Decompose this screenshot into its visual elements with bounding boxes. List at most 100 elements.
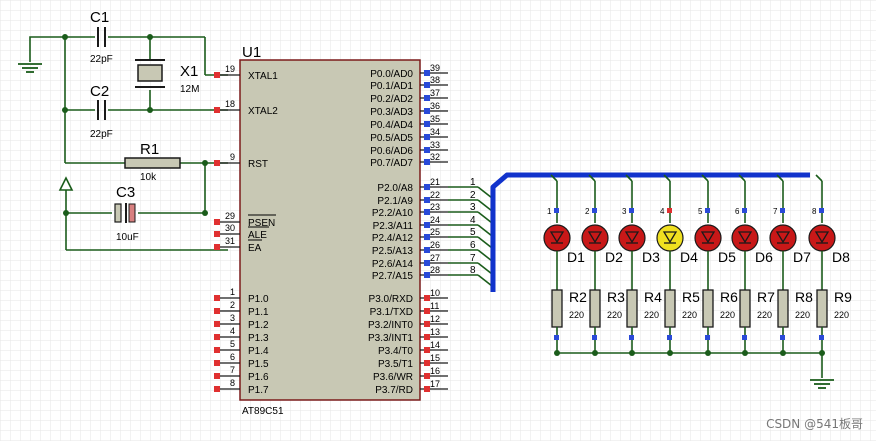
pin-name: P3.3/INT1 <box>368 333 413 344</box>
pin-number: 18 <box>225 99 235 109</box>
chip-ref: U1 <box>242 44 261 61</box>
pin-name: P0.0/AD0 <box>370 69 413 80</box>
led-ref: D3 <box>642 249 660 265</box>
pin-name: P0.2/AD2 <box>370 94 413 105</box>
junction-dot <box>819 350 825 356</box>
junction-dot <box>63 210 69 216</box>
led-pin-number: 4 <box>660 207 665 216</box>
pin-name: P0.5/AD5 <box>370 133 413 144</box>
chip-part: AT89C51 <box>242 406 284 417</box>
bus-net-label: 2 <box>470 190 476 201</box>
pin-number: 25 <box>430 227 440 237</box>
resistor-ref: R2 <box>569 289 587 305</box>
resistor-value: 220 <box>720 310 735 320</box>
pin-name: P3.1/TXD <box>370 307 413 318</box>
pin-number: 7 <box>230 365 235 375</box>
pin-name: P1.3 <box>248 333 269 344</box>
led-ref: D7 <box>793 249 811 265</box>
resistor-ref: R8 <box>795 289 813 305</box>
led-pin-number: 5 <box>698 207 703 216</box>
junction-dot <box>202 160 208 166</box>
pin-name: P0.7/AD7 <box>370 158 413 169</box>
junction-dot <box>147 34 153 40</box>
pin-name: P1.2 <box>248 320 269 331</box>
mcu-chip[interactable]: U1 AT89C51 19XTAL118XTAL29RST29PSEN30ALE… <box>214 44 448 417</box>
pin-number: 28 <box>430 265 440 275</box>
resistor-ref: R9 <box>834 289 852 305</box>
led-pin-number: 3 <box>622 207 627 216</box>
pin-name: P1.1 <box>248 307 269 318</box>
resistor-value: 220 <box>834 310 849 320</box>
pin-name: P3.4/T0 <box>378 346 413 357</box>
bus-net-label: 8 <box>470 265 476 276</box>
pin-name: P2.0/A8 <box>377 183 413 194</box>
resistor-value: 220 <box>607 310 622 320</box>
x1-value: 12M <box>180 84 199 95</box>
pin-number: 27 <box>430 253 440 263</box>
pin-marker <box>780 335 785 340</box>
c2-ref: C2 <box>90 83 109 100</box>
pin-number: 22 <box>430 190 440 200</box>
pin-number: 30 <box>225 223 235 233</box>
pin-number: 36 <box>430 101 440 111</box>
led-pin-number: 1 <box>547 207 552 216</box>
pin-name: EA <box>248 243 262 254</box>
pin-marker <box>629 335 634 340</box>
pin-name: P1.6 <box>248 372 269 383</box>
pin-number: 11 <box>430 301 439 311</box>
pin-name: P2.4/A12 <box>372 233 414 244</box>
pin-number: 14 <box>430 340 440 350</box>
c3-value: 10uF <box>116 232 139 243</box>
led-ref: D6 <box>755 249 773 265</box>
pin-name: XTAL2 <box>248 106 278 117</box>
resistor-ref: R5 <box>682 289 700 305</box>
pin-name: P1.0 <box>248 294 269 305</box>
pin-name: P3.0/RXD <box>369 294 413 305</box>
pin-name: P2.2/A10 <box>372 208 414 219</box>
pin-number: 16 <box>430 366 440 376</box>
led-ref: D5 <box>718 249 736 265</box>
bus-net-label: 1 <box>470 177 476 188</box>
junction-dot <box>705 350 711 356</box>
junction-dot <box>202 210 208 216</box>
pin-number: 37 <box>430 88 440 98</box>
pin-name: P2.6/A14 <box>372 259 414 270</box>
x1-ref: X1 <box>180 63 198 80</box>
r1-ref: R1 <box>140 141 159 158</box>
resistor-value: 220 <box>757 310 772 320</box>
junction-dot <box>554 350 560 356</box>
junction-dot <box>592 350 598 356</box>
junction-dot <box>62 34 68 40</box>
junction-dot <box>780 350 786 356</box>
bus-net-label: 3 <box>470 202 476 213</box>
led-ref: D4 <box>680 249 698 265</box>
led-pin-number: 2 <box>585 207 590 216</box>
pin-number: 33 <box>430 140 440 150</box>
pin-number: 32 <box>430 152 440 162</box>
pin-name: P0.6/AD6 <box>370 146 413 157</box>
led-ref: D8 <box>832 249 850 265</box>
pin-name: P0.1/AD1 <box>370 81 413 92</box>
pin-number: 5 <box>230 339 235 349</box>
pin-name: P1.5 <box>248 359 269 370</box>
pin-name: P1.4 <box>248 346 269 357</box>
pin-number: 34 <box>430 127 440 137</box>
pin-number: 39 <box>430 63 440 73</box>
pin-number: 24 <box>430 215 440 225</box>
resistor-value: 220 <box>569 310 584 320</box>
pin-name: XTAL1 <box>248 71 278 82</box>
pin-number: 35 <box>430 114 440 124</box>
pin-number: 23 <box>430 202 440 212</box>
pin-marker <box>667 335 672 340</box>
bus-net-label: 7 <box>470 253 476 264</box>
led-pin-number: 8 <box>812 207 817 216</box>
pin-name: P2.3/A11 <box>373 221 414 232</box>
bus-net-label: 5 <box>470 227 476 238</box>
pin-marker <box>742 335 747 340</box>
led-pin-number: 7 <box>773 207 778 216</box>
resistor-value: 220 <box>795 310 810 320</box>
watermark: CSDN @541板哥 <box>766 417 863 431</box>
pin-number: 38 <box>430 75 440 85</box>
pin-name: P3.6/WR <box>373 372 413 383</box>
pin-marker <box>554 335 559 340</box>
